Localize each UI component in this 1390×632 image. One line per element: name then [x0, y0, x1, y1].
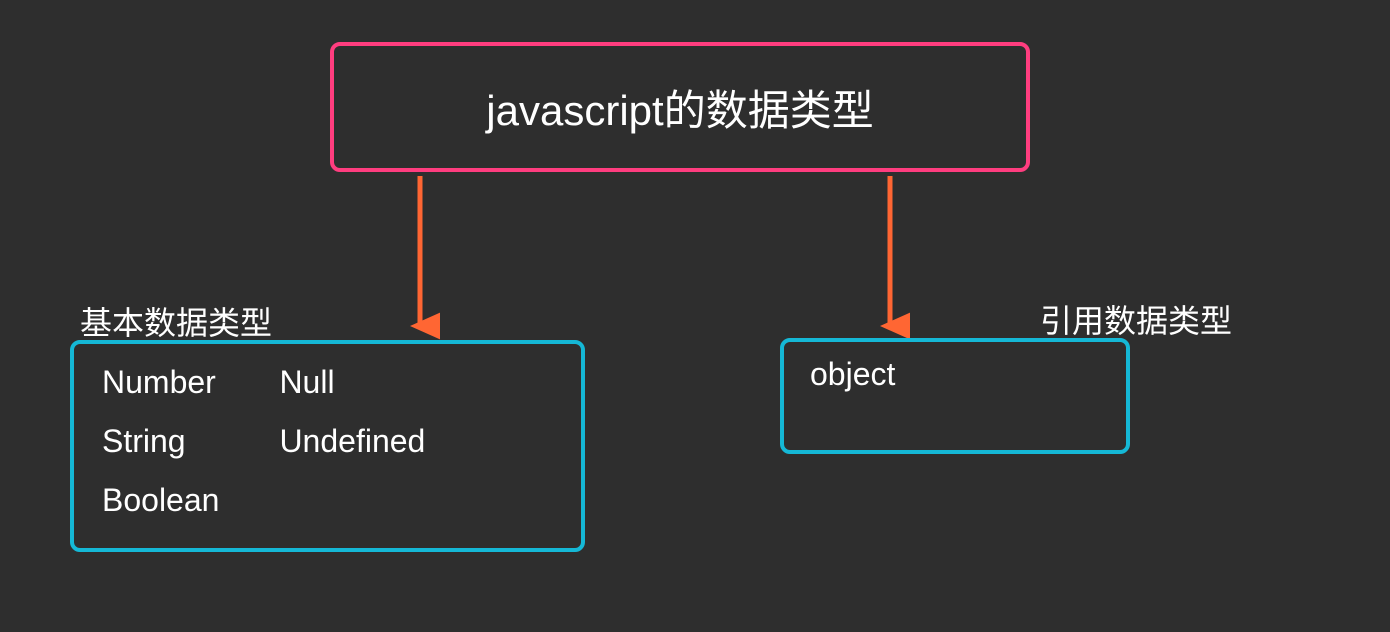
primitive-types-label: 基本数据类型 — [80, 298, 272, 344]
type-undefined: Undefined — [279, 423, 425, 460]
type-string: String — [102, 423, 219, 460]
type-object: object — [810, 356, 895, 392]
root-node: javascript的数据类型 — [330, 42, 1030, 172]
primitive-types-col2: Null Undefined — [279, 364, 425, 528]
root-title: javascript的数据类型 — [486, 77, 873, 138]
primitive-types-col1: Number String Boolean — [102, 364, 219, 528]
arrow-right — [870, 176, 910, 346]
arrow-left — [400, 176, 440, 346]
type-null: Null — [279, 364, 425, 401]
reference-types-label: 引用数据类型 — [1040, 296, 1232, 342]
primitive-types-box: Number String Boolean Null Undefined — [70, 340, 585, 552]
type-number: Number — [102, 364, 219, 401]
type-boolean: Boolean — [102, 482, 219, 519]
reference-types-box: object — [780, 338, 1130, 454]
